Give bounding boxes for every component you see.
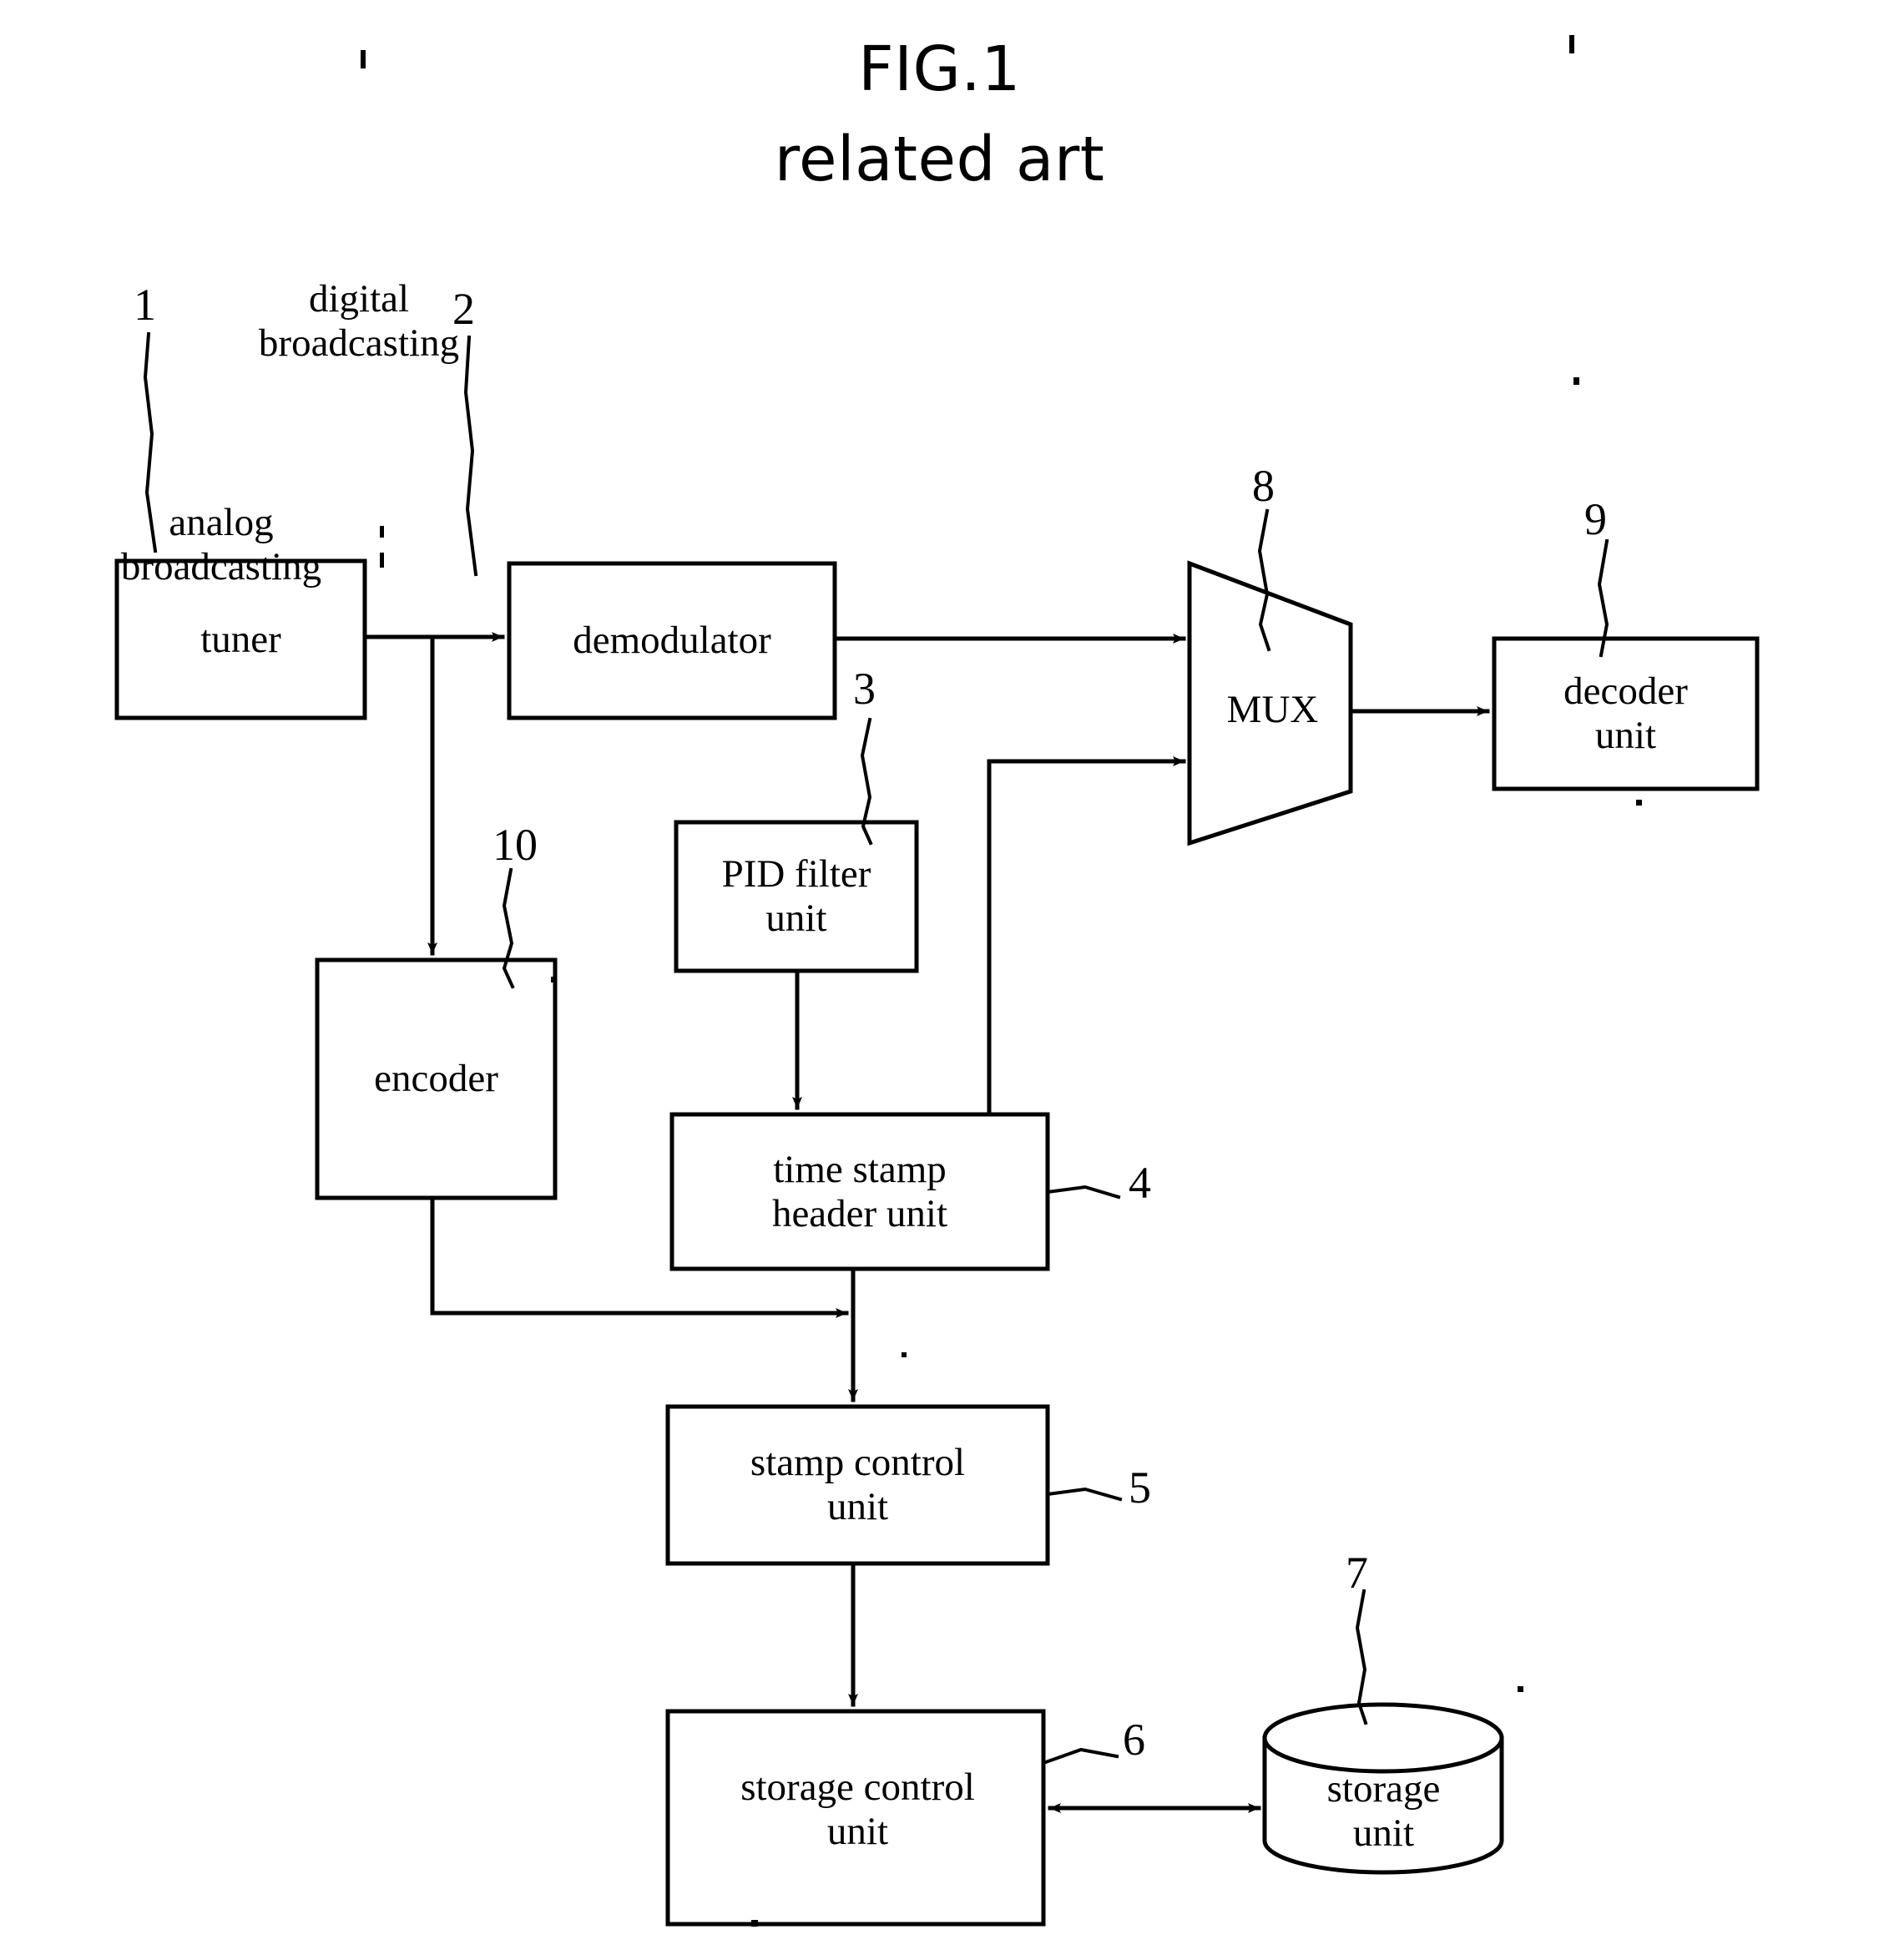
demodulator-label: demodulator — [573, 619, 771, 663]
ref-number-3: 3 — [853, 664, 876, 714]
ref-number-8: 8 — [1252, 461, 1275, 511]
decoder-unit-label: decoder unit — [1563, 669, 1688, 757]
leader-6 — [1041, 1747, 1119, 1766]
ref-number-7: 7 — [1346, 1548, 1368, 1598]
mux-label: MUX — [1226, 687, 1319, 731]
ref-number-4: 4 — [1129, 1158, 1151, 1208]
flow-label-digital-broadcasting: digital broadcasting — [258, 277, 460, 365]
storage-unit-label: storage unit — [1326, 1767, 1441, 1855]
encoder-label: encoder — [374, 1057, 498, 1101]
leader-2 — [463, 335, 478, 577]
tuner-label: tuner — [200, 617, 281, 661]
ref-number-9: 9 — [1584, 494, 1607, 544]
pid-filter-unit-label: PID filter unit — [721, 852, 871, 940]
time-stamp-header-unit-label: time stamp header unit — [771, 1147, 948, 1235]
ref-number-5: 5 — [1129, 1462, 1151, 1513]
storage-control-unit-label: storage control unit — [740, 1766, 975, 1853]
patent-figure: FIG.1 related art digital broadcasting a… — [0, 0, 1879, 1960]
stamp-control-unit-label: stamp control unit — [750, 1441, 966, 1528]
ref-number-10: 10 — [492, 820, 538, 870]
leader-8 — [1257, 508, 1271, 652]
leader-5 — [1045, 1487, 1123, 1502]
ref-number-2: 2 — [452, 284, 475, 334]
ref-number-1: 1 — [134, 280, 156, 330]
link-timestamp-mux — [987, 756, 1186, 1117]
leader-4 — [1045, 1185, 1121, 1200]
ref-number-6: 6 — [1123, 1715, 1145, 1765]
